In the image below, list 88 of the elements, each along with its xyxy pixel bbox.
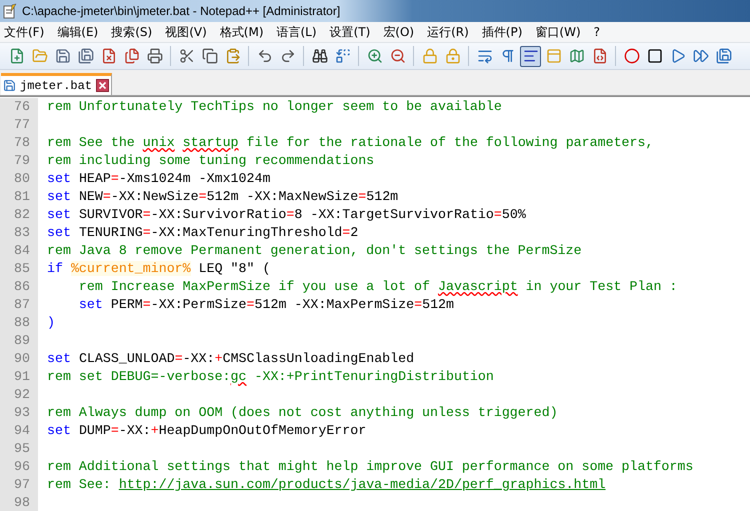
fast-forward-icon [692,48,708,64]
code-line: set SURVIVOR=-XX:SurvivorRatio=8 -XX:TargetSurvivorRatio=50% [47,206,526,224]
pilcrow-icon [500,48,516,64]
undo-icon [256,48,272,64]
code-line: set DUMP=-XX:+HeapDumpOnOutOfMemoryError [47,422,366,440]
line-number: 77 [0,116,38,134]
line-number: 81 [0,188,38,206]
save-all-icon [78,48,94,64]
line-number: 97 [0,476,38,494]
menu-item[interactable]: ? [590,25,604,39]
menu-item[interactable]: 视图(V) [161,24,211,40]
line-number: 83 [0,224,38,242]
new-file-icon [8,48,24,64]
menu-item[interactable]: 宏(O) [379,24,418,40]
line-number: 95 [0,440,38,458]
line-number: 94 [0,422,38,440]
line-number: 92 [0,386,38,404]
folder-icon [32,48,48,64]
save-icon [54,48,70,64]
code-line: rem including some tuning recommendations [47,152,374,170]
stop-icon [646,48,662,64]
menu-item[interactable]: 编辑(E) [53,24,102,40]
file-tab[interactable]: jmeter.bat [1,73,112,95]
map-icon [568,48,584,64]
code-line: set PERM=-XX:PermSize=512m -XX:MaxPermSize=512m [78,296,454,314]
code-line: if %current_minor% LEQ "8" ( [47,260,270,278]
line-number: 85 [0,260,38,278]
menu-item[interactable]: 插件(P) [478,24,526,40]
code-line: set TENURING=-XX:MaxTenuringThreshold=2 [47,224,358,242]
close-button[interactable] [96,79,110,92]
code-line: set HEAP=-Xms1024m -Xmx1024m [47,170,270,188]
notepad-icon [2,3,18,19]
line-number: 80 [0,170,38,188]
menu-item[interactable]: 运行(R) [423,24,473,40]
line-number: 93 [0,404,38,422]
menu-item[interactable]: 窗口(W) [531,24,585,40]
code-line: ) [47,314,55,332]
line-number: 84 [0,242,38,260]
menu-item[interactable]: 文件(F) [0,24,48,40]
window-title: C:\apache-jmeter\bin\jmeter.bat - Notepad++ [Administrator] [22,4,340,18]
code-line: rem Unfortunately TechTips no longer seem to be available [47,98,502,116]
wrap-icon [476,48,492,64]
indent-guide-button[interactable] [520,46,541,66]
paste-icon [224,48,240,64]
code-line: rem Java 8 remove Permanent generation, don't settings the PermSize [47,242,582,260]
function-icon [592,48,608,64]
close-all-icon [124,48,140,64]
line-number: 88 [0,314,38,332]
menu-item[interactable]: 格式(M) [216,24,268,40]
line-number: 91 [0,368,38,386]
line-number: 96 [0,458,38,476]
menu-item[interactable]: 设置(T) [326,24,374,40]
code-line: rem See: http://java.sun.com/products/java-media/2D/perf_graphics.html [47,476,606,494]
search-icon [312,48,328,64]
menu-item[interactable]: 语言(L) [272,24,321,40]
code-line: set NEW=-XX:NewSize=512m -XX:MaxNewSize=512m [47,188,398,206]
line-number: 78 [0,134,38,152]
menu-item[interactable]: 搜索(S) [107,24,156,40]
line-number: 86 [0,278,38,296]
zoom-in-icon [366,48,382,64]
line-number: 90 [0,350,38,368]
redo-icon [280,48,296,64]
zoom-out-icon [390,48,406,64]
play-icon [670,48,686,64]
replace-icon [334,48,350,64]
copy-icon [202,48,218,64]
lock-icon [422,48,438,64]
line-number: 76 [0,98,38,116]
line-number: 82 [0,206,38,224]
line-number: 98 [0,494,38,511]
code-line: rem Always dump on OOM (does not cost anything unless triggered) [47,404,558,422]
code-line: rem set DEBUG=-verbose:gc -XX:+PrintTenuringDistribution [47,368,494,386]
line-number: 87 [0,296,38,314]
code-line: rem See the unix startup file for the rationale of the following parameters, [47,134,654,152]
line-number: 89 [0,332,38,350]
code-line: rem Additional settings that might help improve GUI performance on some platforms [47,458,694,476]
close-file-icon [100,48,116,64]
panel-icon [546,48,562,64]
print-icon [146,48,162,64]
record-icon [624,48,640,64]
save-macro-icon [716,48,732,64]
lock-icon [444,48,460,64]
code-line: rem Increase MaxPermSize if you use a lot of Javascript in your Test Plan : [78,278,678,296]
save-icon [3,79,16,92]
indent-guide-icon [522,48,538,64]
cut-icon [178,48,194,64]
line-number: 79 [0,152,38,170]
code-line: set CLASS_UNLOAD=-XX:+CMSClassUnloadingEnabled [47,350,414,368]
